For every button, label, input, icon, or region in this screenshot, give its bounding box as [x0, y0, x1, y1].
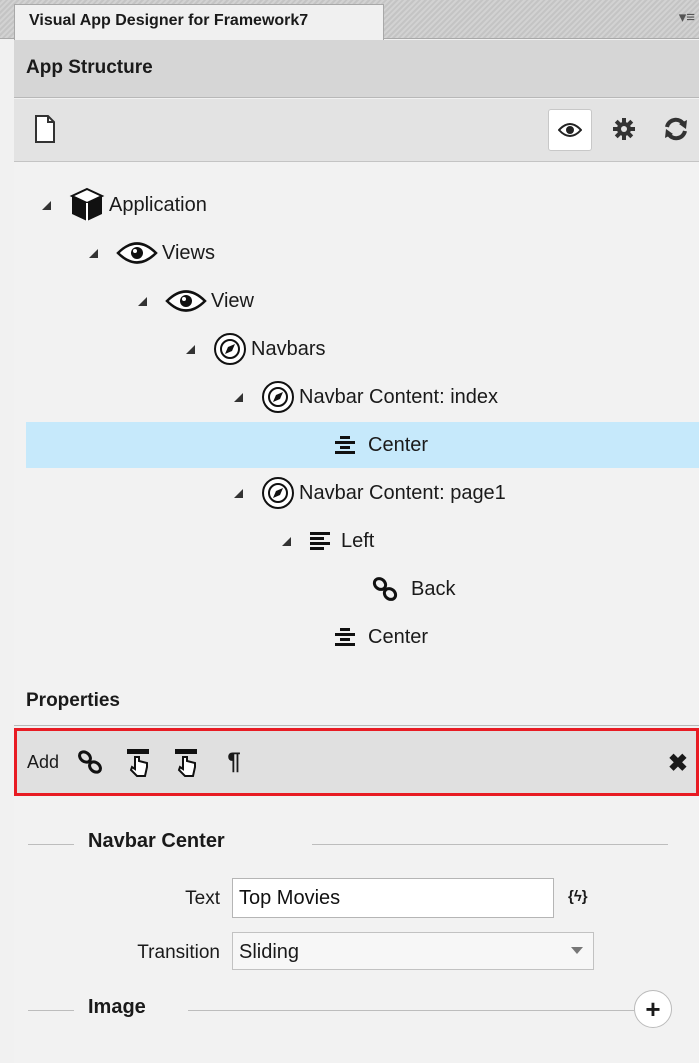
- close-icon[interactable]: ✖: [668, 749, 688, 778]
- tree-item-back[interactable]: Back: [371, 566, 455, 612]
- tree-item-view[interactable]: View: [138, 278, 254, 324]
- tree-item-center-selected[interactable]: Center: [26, 422, 699, 468]
- expand-toggle-icon[interactable]: [42, 200, 51, 210]
- expand-toggle-icon[interactable]: [282, 536, 291, 546]
- touch-icon[interactable]: [173, 747, 199, 777]
- compass-icon: [261, 380, 295, 414]
- panel-tab[interactable]: Visual App Designer for Framework7: [14, 4, 384, 40]
- tree-item-label: Application: [109, 193, 207, 216]
- expand-toggle-icon[interactable]: [138, 296, 147, 306]
- properties-panel: Navbar Center Text {ϟ} Transition Slidin…: [14, 796, 699, 1063]
- expand-toggle-icon[interactable]: [89, 248, 98, 258]
- group-divider: [28, 1010, 74, 1011]
- tree-item-label: Views: [162, 241, 215, 264]
- tree-item-label: Center: [368, 625, 429, 648]
- panel-tab-title: Visual App Designer for Framework7: [29, 12, 309, 29]
- tree-item-label: Center: [368, 433, 429, 456]
- properties-add-toolbar: Add ¶ ✖: [14, 728, 699, 796]
- properties-title: Properties: [26, 690, 120, 711]
- text-label: Text: [185, 888, 220, 909]
- group-divider: [312, 844, 668, 845]
- refresh-icon[interactable]: [662, 115, 690, 143]
- tree-item-label: Navbars: [251, 337, 326, 360]
- expand-toggle-icon[interactable]: [186, 344, 195, 354]
- compass-icon: [261, 476, 295, 510]
- text-input[interactable]: [232, 878, 554, 918]
- expand-toggle-icon[interactable]: [234, 488, 243, 498]
- link-icon[interactable]: [77, 747, 103, 777]
- tree-item-label: Left: [341, 529, 375, 552]
- eye-icon: [116, 240, 158, 266]
- new-document-icon[interactable]: [34, 115, 56, 143]
- tree-item-label: Navbar Content: page1: [299, 481, 506, 504]
- navbar-center-group-title: Navbar Center: [88, 830, 225, 852]
- add-image-plus-icon[interactable]: +: [634, 990, 672, 1028]
- tree-item-views[interactable]: Views: [89, 230, 215, 276]
- tree-item-navbar-content-page1[interactable]: Navbar Content: page1: [234, 470, 506, 516]
- align-center-icon: [334, 627, 356, 647]
- eye-icon[interactable]: [548, 109, 592, 151]
- touch-icon[interactable]: [125, 747, 151, 777]
- tree-item-left[interactable]: Left: [282, 518, 374, 564]
- tree-item-navbars[interactable]: Navbars: [186, 326, 325, 372]
- tree-item-application[interactable]: Application: [42, 182, 207, 228]
- tree-item-center[interactable]: Center: [334, 614, 428, 660]
- image-group-title: Image: [88, 996, 146, 1018]
- eye-icon: [165, 288, 207, 314]
- app-structure-title: App Structure: [26, 57, 153, 78]
- add-label: Add: [27, 751, 60, 772]
- transition-select[interactable]: Sliding: [232, 932, 594, 970]
- group-divider: [28, 844, 74, 845]
- panel-menu-icon[interactable]: ▾≡: [679, 8, 695, 26]
- transition-label: Transition: [137, 942, 220, 963]
- app-structure-tree: Application Views View Navbars Navbar Co…: [14, 162, 699, 666]
- link-icon: [371, 576, 399, 602]
- tree-item-label: Back: [411, 577, 456, 600]
- cube-icon: [69, 187, 105, 223]
- tree-item-navbar-content-index[interactable]: Navbar Content: index: [234, 374, 498, 420]
- paragraph-icon[interactable]: ¶: [221, 747, 247, 777]
- align-center-icon: [334, 435, 356, 455]
- chevron-down-icon: [571, 947, 583, 954]
- panel-tab-bar: Visual App Designer for Framework7 ▾≡: [0, 0, 699, 40]
- transition-selected-value: Sliding: [239, 941, 300, 963]
- properties-header: Properties: [14, 666, 699, 726]
- expression-button[interactable]: {ϟ}: [568, 888, 588, 905]
- app-structure-header: App Structure: [14, 40, 699, 98]
- compass-icon: [213, 332, 247, 366]
- group-divider: [188, 1010, 634, 1011]
- tree-item-label: View: [211, 289, 254, 312]
- structure-toolbar: [14, 99, 699, 162]
- expand-toggle-icon[interactable]: [234, 392, 243, 402]
- align-left-icon: [309, 531, 331, 551]
- tree-item-label: Navbar Content: index: [299, 385, 499, 408]
- gear-icon[interactable]: [610, 115, 638, 143]
